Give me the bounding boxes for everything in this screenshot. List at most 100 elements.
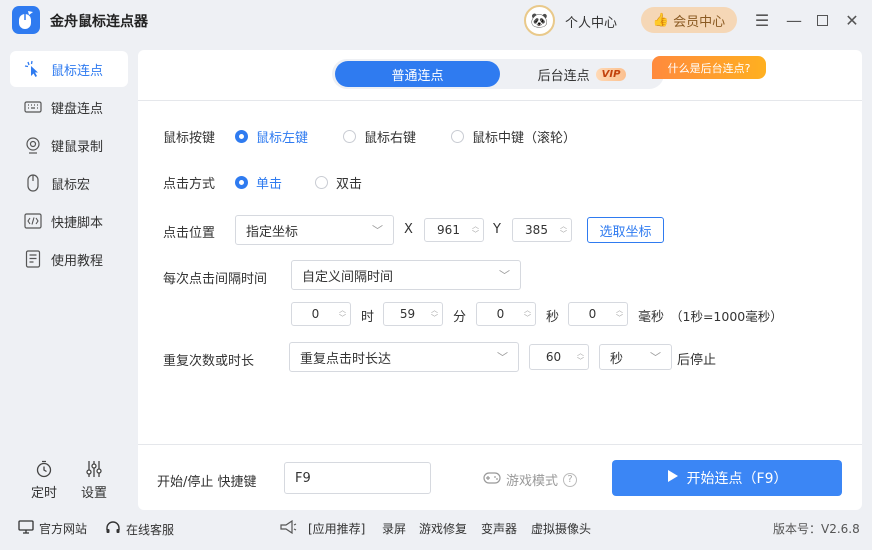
hours-stepper[interactable]: 0 ︿ ﹀: [291, 302, 351, 326]
select-value: 指定坐标: [246, 224, 299, 240]
start-click-button[interactable]: 开始连点（F9）: [612, 460, 842, 496]
milliseconds-value: 0: [588, 307, 597, 321]
sidebar-item-label: 键鼠录制: [51, 139, 104, 155]
maximize-icon[interactable]: [812, 10, 832, 30]
repeat-mode-select[interactable]: 重复点击时长达 ﹀: [289, 342, 519, 372]
radio-double-click[interactable]: 双击: [315, 173, 362, 192]
monitor-icon: [18, 520, 34, 537]
minutes-unit: 分: [453, 310, 467, 325]
close-icon[interactable]: ✕: [842, 10, 862, 30]
radio-dot: [235, 130, 248, 143]
keyboard-icon: [23, 97, 43, 117]
radio-label: 鼠标左键: [256, 131, 309, 146]
mouse-icon: [23, 173, 43, 193]
repeat-duration-stepper[interactable]: 60 ︿ ﹀: [529, 344, 589, 370]
settings-button[interactable]: 设置: [76, 460, 112, 501]
code-icon: [23, 211, 43, 231]
tab-normal-click[interactable]: 普通连点: [335, 61, 500, 87]
repeat-unit-select[interactable]: 秒 ﹀: [599, 344, 672, 370]
sidebar-item-keyboard-click[interactable]: 键盘连点: [10, 89, 128, 125]
timer-button[interactable]: 定时: [26, 460, 62, 501]
sidebar-item-mouse-click[interactable]: 鼠标连点: [10, 51, 128, 87]
radio-dot: [315, 176, 328, 189]
timer-label: 定时: [30, 486, 57, 501]
support-label: 在线客服: [126, 523, 175, 537]
thumbs-up-icon: 👍: [652, 12, 670, 28]
stepper-arrows-icon[interactable]: ︿ ﹀: [431, 306, 438, 322]
hours-unit: 时: [361, 310, 375, 325]
record-icon: [23, 135, 43, 155]
stepper-arrows-icon[interactable]: ︿ ﹀: [577, 349, 584, 365]
hours-value: 0: [311, 307, 320, 321]
seconds-stepper[interactable]: 0 ︿ ﹀: [476, 302, 536, 326]
milliseconds-note: （1秒=1000毫秒）: [670, 309, 783, 324]
stepper-arrows-icon[interactable]: ︿ ﹀: [472, 222, 479, 238]
footer-link-game-repair[interactable]: 游戏修复: [419, 520, 467, 537]
minutes-stepper[interactable]: 59 ︿ ﹀: [383, 302, 443, 326]
hotkey-label: 开始/停止 快捷键: [157, 475, 257, 490]
hotkey-input[interactable]: F9: [284, 462, 431, 494]
radio-middle-button[interactable]: 鼠标中键（滚轮）: [451, 127, 576, 146]
click-mode-label: 点击方式: [163, 177, 216, 192]
chevron-down-icon: ﹀: [372, 224, 383, 237]
chevron-down-icon: ﹀: [499, 269, 510, 282]
tab-label: 后台连点: [537, 68, 590, 84]
stepper-arrows-icon[interactable]: ︿ ﹀: [339, 306, 346, 322]
recommend-label: [应用推荐]: [308, 522, 366, 536]
sidebar-item-record[interactable]: 键鼠录制: [10, 127, 128, 163]
radio-label: 鼠标中键（滚轮）: [472, 131, 577, 146]
mouse-button-label: 鼠标按键: [163, 131, 216, 146]
radio-right-button[interactable]: 鼠标右键: [343, 127, 416, 146]
y-coordinate-stepper[interactable]: 385 ︿ ﹀: [512, 218, 572, 242]
radio-label: 双击: [336, 177, 363, 192]
play-icon: [667, 469, 679, 487]
position-mode-select[interactable]: 指定坐标 ﹀: [235, 215, 394, 245]
sidebar-item-label: 鼠标连点: [51, 63, 104, 79]
radio-left-button[interactable]: 鼠标左键: [235, 127, 308, 146]
radio-single-click[interactable]: 单击: [235, 173, 282, 192]
select-value: 重复点击时长达: [300, 351, 392, 367]
milliseconds-unit: 毫秒: [638, 310, 665, 325]
stepper-arrows-icon[interactable]: ︿ ﹀: [560, 222, 567, 238]
document-icon: [23, 249, 43, 269]
headset-icon: [105, 520, 121, 539]
select-value: 秒: [610, 351, 624, 367]
stepper-arrows-icon[interactable]: ︿ ﹀: [524, 306, 531, 322]
sidebar-item-tutorial[interactable]: 使用教程: [10, 241, 128, 277]
divider: [138, 444, 862, 445]
x-coordinate-stepper[interactable]: 961 ︿ ﹀: [424, 218, 484, 242]
interval-mode-select[interactable]: 自定义间隔时间 ﹀: [291, 260, 521, 290]
app-logo: [12, 6, 40, 34]
sidebar-item-label: 使用教程: [51, 253, 104, 269]
stepper-arrows-icon[interactable]: ︿ ﹀: [616, 306, 623, 322]
official-website-link[interactable]: 官方网站: [18, 520, 87, 537]
game-mode-toggle[interactable]: 游戏模式 ?: [483, 470, 578, 489]
online-support-link[interactable]: 在线客服: [105, 520, 174, 539]
cursor-click-icon: [23, 59, 43, 79]
pick-coordinate-button[interactable]: 选取坐标: [587, 217, 664, 243]
minutes-value: 59: [399, 307, 416, 321]
milliseconds-stepper[interactable]: 0 ︿ ﹀: [568, 302, 628, 326]
footer-link-voice-changer[interactable]: 变声器: [481, 520, 517, 537]
chevron-down-icon: ﹀: [497, 351, 508, 364]
clock-icon: [26, 460, 62, 478]
footer-link-virtual-camera[interactable]: 虚拟摄像头: [531, 520, 591, 537]
tab-background-click[interactable]: 后台连点 VIP: [503, 61, 661, 87]
sidebar-item-mouse-macro[interactable]: 鼠标宏: [10, 165, 128, 201]
sidebar-item-script[interactable]: 快捷脚本: [10, 203, 128, 239]
help-icon[interactable]: ?: [563, 472, 578, 487]
gamepad-icon: [483, 471, 501, 489]
avatar-icon[interactable]: 🐼: [524, 5, 555, 36]
minimize-icon[interactable]: —: [784, 10, 804, 30]
megaphone-icon: [279, 519, 297, 537]
footer-link-record[interactable]: 录屏: [382, 520, 406, 537]
background-click-help-bubble[interactable]: 什么是后台连点?: [652, 56, 766, 79]
user-center-link[interactable]: 个人中心: [565, 12, 617, 31]
repeat-suffix: 后停止: [677, 353, 717, 368]
radio-dot: [343, 130, 356, 143]
sidebar-item-label: 鼠标宏: [51, 177, 91, 193]
vip-badge: VIP: [595, 67, 627, 81]
menu-icon[interactable]: ☰: [752, 10, 772, 30]
click-position-label: 点击位置: [163, 226, 216, 241]
vip-center-button[interactable]: 👍 会员中心: [641, 7, 737, 33]
